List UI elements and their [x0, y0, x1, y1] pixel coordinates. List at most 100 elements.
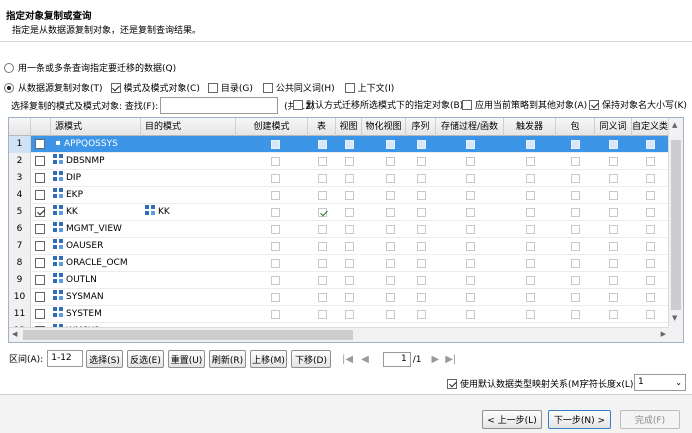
- invert-button[interactable]: 反选(E): [127, 350, 164, 368]
- object-type-checkbox[interactable]: [571, 157, 580, 166]
- object-type-checkbox[interactable]: [318, 242, 327, 251]
- object-type-checkbox[interactable]: [417, 242, 426, 251]
- schema-objects-option[interactable]: 模式及模式对象(C): [110, 81, 200, 94]
- object-type-checkbox[interactable]: [271, 310, 280, 319]
- object-type-checkbox[interactable]: [466, 157, 475, 166]
- object-type-checkbox[interactable]: [646, 259, 655, 268]
- object-type-checkbox[interactable]: [526, 293, 535, 302]
- object-type-checkbox[interactable]: [318, 208, 327, 217]
- object-type-checkbox[interactable]: [318, 191, 327, 200]
- object-type-checkbox[interactable]: [386, 293, 395, 302]
- object-type-checkbox[interactable]: [345, 225, 354, 234]
- object-type-checkbox[interactable]: [646, 191, 655, 200]
- table-row[interactable]: 7 OAUSER: [9, 238, 669, 255]
- object-type-checkbox[interactable]: [646, 242, 655, 251]
- object-type-checkbox[interactable]: [571, 174, 580, 183]
- object-type-checkbox[interactable]: [386, 276, 395, 285]
- table-row[interactable]: 11 SYSTEM: [9, 306, 669, 323]
- object-type-checkbox[interactable]: [318, 259, 327, 268]
- object-type-checkbox[interactable]: [526, 310, 535, 319]
- object-type-checkbox[interactable]: [318, 157, 327, 166]
- keep-case-checkbox[interactable]: [589, 99, 599, 110]
- object-type-checkbox[interactable]: [345, 276, 354, 285]
- object-type-checkbox[interactable]: [609, 208, 618, 217]
- object-type-checkbox[interactable]: [526, 208, 535, 217]
- object-type-checkbox[interactable]: [417, 225, 426, 234]
- table-row[interactable]: 1 APPQOSSYS: [9, 136, 669, 153]
- object-type-checkbox[interactable]: [609, 276, 618, 285]
- object-type-checkbox[interactable]: [417, 293, 426, 302]
- object-type-checkbox[interactable]: [609, 310, 618, 319]
- object-type-checkbox[interactable]: [386, 208, 395, 217]
- apply-policy-checkbox[interactable]: [462, 99, 472, 110]
- select-button[interactable]: 选择(S): [86, 350, 123, 368]
- row-checkbox[interactable]: [35, 173, 45, 183]
- move-down-button[interactable]: 下移(D): [291, 350, 331, 368]
- vertical-scrollbar[interactable]: ▲ ▼: [668, 118, 683, 327]
- object-type-checkbox[interactable]: [345, 140, 354, 149]
- directory-checkbox[interactable]: [207, 82, 218, 93]
- object-type-checkbox[interactable]: [386, 174, 395, 183]
- object-type-checkbox[interactable]: [526, 174, 535, 183]
- table-row[interactable]: 10 SYSMAN: [9, 289, 669, 306]
- row-checkbox[interactable]: [35, 224, 45, 234]
- row-checkbox[interactable]: [35, 292, 45, 302]
- object-type-checkbox[interactable]: [271, 140, 280, 149]
- scroll-right-icon[interactable]: ▶: [661, 330, 666, 338]
- object-type-checkbox[interactable]: [345, 310, 354, 319]
- range-input[interactable]: 1-12: [47, 350, 84, 367]
- prev-button[interactable]: < 上一步(L): [482, 410, 542, 429]
- object-type-checkbox[interactable]: [271, 225, 280, 234]
- object-type-checkbox[interactable]: [609, 242, 618, 251]
- apply-policy-option[interactable]: 应用当前策略到其他对象(A): [462, 98, 587, 111]
- query-radio[interactable]: [4, 62, 14, 73]
- horizontal-scroll-thumb[interactable]: [23, 330, 353, 340]
- object-type-checkbox[interactable]: [271, 259, 280, 268]
- object-type-checkbox[interactable]: [417, 140, 426, 149]
- object-type-checkbox[interactable]: [466, 140, 475, 149]
- object-type-checkbox[interactable]: [386, 242, 395, 251]
- object-type-checkbox[interactable]: [571, 259, 580, 268]
- scroll-up-icon[interactable]: ▲: [672, 121, 677, 129]
- object-type-checkbox[interactable]: [345, 174, 354, 183]
- scroll-left-icon[interactable]: ◀: [12, 330, 17, 338]
- prev-page-icon[interactable]: ◀: [361, 354, 369, 365]
- object-type-checkbox[interactable]: [646, 157, 655, 166]
- object-type-checkbox[interactable]: [345, 208, 354, 217]
- object-type-checkbox[interactable]: [571, 208, 580, 217]
- object-type-checkbox[interactable]: [345, 259, 354, 268]
- table-row[interactable]: 6 MGMT_VIEW: [9, 221, 669, 238]
- object-type-checkbox[interactable]: [318, 140, 327, 149]
- object-type-checkbox[interactable]: [609, 191, 618, 200]
- object-type-checkbox[interactable]: [466, 174, 475, 183]
- object-type-checkbox[interactable]: [318, 276, 327, 285]
- object-type-checkbox[interactable]: [466, 191, 475, 200]
- object-type-checkbox[interactable]: [386, 225, 395, 234]
- object-type-checkbox[interactable]: [646, 276, 655, 285]
- copy-option[interactable]: 从数据源复制对象(T): [4, 81, 103, 94]
- object-type-checkbox[interactable]: [417, 276, 426, 285]
- col-table[interactable]: 表: [308, 118, 336, 136]
- object-type-checkbox[interactable]: [386, 140, 395, 149]
- finish-button[interactable]: 完成(F): [620, 410, 680, 429]
- default-migrate-checkbox[interactable]: [293, 99, 303, 110]
- object-type-checkbox[interactable]: [526, 225, 535, 234]
- object-type-checkbox[interactable]: [646, 208, 655, 217]
- object-type-checkbox[interactable]: [571, 242, 580, 251]
- object-type-checkbox[interactable]: [386, 157, 395, 166]
- object-type-checkbox[interactable]: [526, 276, 535, 285]
- col-trigger[interactable]: 触发器: [504, 118, 556, 136]
- vertical-scroll-thumb[interactable]: [671, 140, 681, 310]
- object-type-checkbox[interactable]: [526, 191, 535, 200]
- object-type-checkbox[interactable]: [609, 157, 618, 166]
- object-type-checkbox[interactable]: [386, 310, 395, 319]
- public-synonym-checkbox[interactable]: [262, 82, 273, 93]
- page-input[interactable]: 1: [382, 352, 411, 367]
- object-type-checkbox[interactable]: [646, 310, 655, 319]
- col-package[interactable]: 包: [556, 118, 595, 136]
- row-checkbox[interactable]: [35, 139, 45, 149]
- object-type-checkbox[interactable]: [571, 276, 580, 285]
- object-type-checkbox[interactable]: [646, 140, 655, 149]
- object-type-checkbox[interactable]: [466, 242, 475, 251]
- object-type-checkbox[interactable]: [609, 140, 618, 149]
